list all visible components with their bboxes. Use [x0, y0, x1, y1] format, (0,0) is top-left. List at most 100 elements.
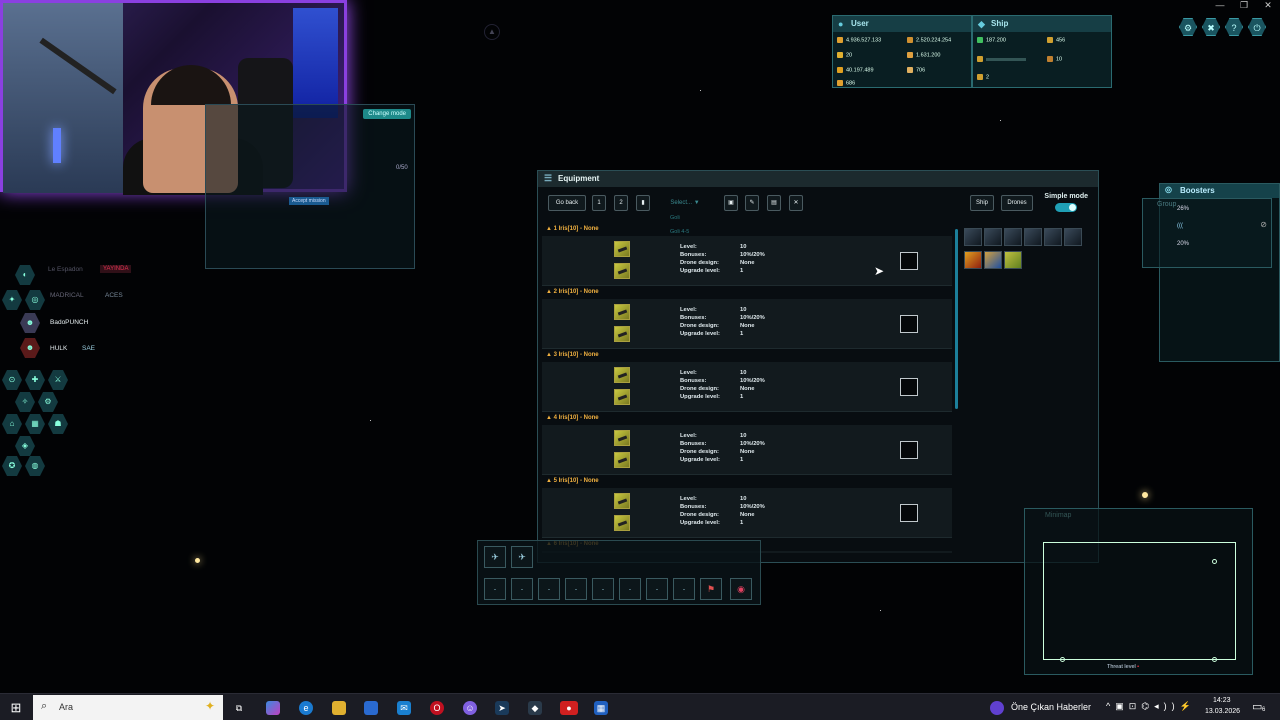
drone-checkbox[interactable]: [900, 504, 918, 522]
notification-icon[interactable]: ▭: [1252, 700, 1262, 713]
minimize-button[interactable]: —: [1208, 0, 1232, 10]
change-mode-button[interactable]: Change mode: [363, 109, 411, 119]
avatar[interactable]: ☻: [20, 313, 40, 333]
settings-icon[interactable]: ⚙: [1179, 18, 1197, 36]
group-hex-icon[interactable]: ✪: [2, 456, 22, 476]
action-slot[interactable]: ·: [484, 578, 506, 600]
group-hex-icon[interactable]: ▦: [25, 414, 45, 434]
drone-checkbox[interactable]: [900, 378, 918, 396]
help-icon[interactable]: ?: [1225, 18, 1243, 36]
group-hex-icon[interactable]: ✚: [25, 370, 45, 390]
item-icon[interactable]: [964, 228, 982, 246]
game-client-icon[interactable]: ◆: [528, 701, 542, 715]
drone-slot-icon[interactable]: [614, 241, 630, 257]
item-icon[interactable]: [984, 251, 1002, 269]
group-hex-icon[interactable]: ◍: [25, 456, 45, 476]
copilot-icon[interactable]: [266, 701, 280, 715]
clock-time[interactable]: 14:23: [1213, 697, 1231, 704]
group-hex-icon[interactable]: ⚙: [38, 392, 58, 412]
drone-slot-icon[interactable]: [614, 389, 630, 405]
news-label[interactable]: Öne Çıkan Haberler: [1011, 702, 1091, 712]
recording-icon[interactable]: ●: [560, 701, 578, 715]
drone-slot-icon[interactable]: [614, 304, 630, 320]
group-hex-icon[interactable]: ◎: [25, 290, 45, 310]
action-slot[interactable]: ·: [619, 578, 641, 600]
group-hex-icon[interactable]: ☗: [48, 414, 68, 434]
drone-list-scrollbar[interactable]: [955, 229, 958, 409]
equipment-title-bar[interactable]: ☰ Equipment: [538, 171, 1098, 187]
preset-select[interactable]: Select... ▼: [658, 195, 712, 211]
item-icon[interactable]: [1004, 251, 1022, 269]
action-slot[interactable]: ·: [538, 578, 560, 600]
taskbar-search[interactable]: ⌕ Ara ✦: [33, 695, 223, 720]
action-slot[interactable]: ⚑: [700, 578, 722, 600]
group-hex-icon[interactable]: ✦: [2, 290, 22, 310]
drone-slot-icon[interactable]: [614, 326, 630, 342]
trash-icon[interactable]: ▮: [636, 195, 650, 211]
drone-slot-icon[interactable]: [614, 263, 630, 279]
action-slot[interactable]: ◉: [730, 578, 752, 600]
drone-header[interactable]: ▲ 2 Iris[10] - None: [546, 289, 599, 295]
file-explorer-icon[interactable]: [332, 701, 346, 715]
simple-mode-toggle[interactable]: [1055, 203, 1078, 212]
minimap-area[interactable]: [1043, 542, 1236, 662]
store-icon[interactable]: [364, 701, 378, 715]
drone-header[interactable]: ▲ 4 Iris[10] - None: [546, 415, 599, 421]
menu-toggle-icon[interactable]: ▲: [484, 24, 500, 40]
group-hex-icon[interactable]: ✧: [15, 392, 35, 412]
item-icon[interactable]: [1064, 228, 1082, 246]
mail-icon[interactable]: ✉: [397, 701, 411, 715]
edge-icon[interactable]: e: [299, 701, 313, 715]
calculator-icon[interactable]: ▦: [594, 701, 608, 715]
ship-tab[interactable]: Ship: [970, 195, 994, 211]
save-icon[interactable]: ▤: [767, 195, 781, 211]
action-slot[interactable]: ✈: [511, 546, 533, 568]
item-icon[interactable]: [1024, 228, 1042, 246]
item-icon[interactable]: [1004, 228, 1022, 246]
action-slot[interactable]: ·: [511, 578, 533, 600]
config-1-button[interactable]: 1: [592, 195, 606, 211]
drone-header[interactable]: ▲ 1 Iris[10] - None: [546, 226, 599, 232]
group-hex-icon[interactable]: ⊙: [2, 370, 22, 390]
close-window-button[interactable]: ✕: [1256, 0, 1280, 11]
action-slot[interactable]: ✈: [484, 546, 506, 568]
close-all-icon[interactable]: ✖: [1202, 18, 1220, 36]
action-slot[interactable]: ·: [565, 578, 587, 600]
drone-checkbox[interactable]: [900, 441, 918, 459]
discord-icon[interactable]: ☺: [463, 701, 477, 715]
steam-icon[interactable]: ➤: [495, 701, 509, 715]
action-slot[interactable]: ·: [646, 578, 668, 600]
drone-slot-icon[interactable]: [614, 367, 630, 383]
boosters-header[interactable]: ◎ Boosters: [1160, 184, 1279, 198]
task-view-icon[interactable]: ⧉: [232, 701, 246, 715]
drone-checkbox[interactable]: [900, 252, 918, 270]
drone-slot-icon[interactable]: [614, 493, 630, 509]
tray-icons[interactable]: ^▣⊡⌬◂))⚡: [1106, 701, 1196, 712]
clear-icon[interactable]: ✕: [789, 195, 803, 211]
logout-icon[interactable]: ⏻: [1248, 18, 1266, 36]
group-hex-icon[interactable]: ⌂: [2, 414, 22, 434]
opera-icon[interactable]: O: [430, 701, 444, 715]
accept-mission-button[interactable]: Accept mission: [289, 197, 329, 205]
drone-checkbox[interactable]: [900, 315, 918, 333]
drone-slot-icon[interactable]: [614, 430, 630, 446]
group-hex-icon[interactable]: ◐: [15, 265, 35, 285]
drone-header[interactable]: ▲ 3 Iris[10] - None: [546, 352, 599, 358]
windows-start-icon[interactable]: ⊞: [9, 701, 23, 715]
drone-slot-icon[interactable]: [614, 515, 630, 531]
drone-header[interactable]: ▲ 5 Iris[10] - None: [546, 478, 599, 484]
clock-date[interactable]: 13.03.2026: [1205, 708, 1240, 715]
item-icon[interactable]: [964, 251, 982, 269]
item-icon[interactable]: [1044, 228, 1062, 246]
drones-tab[interactable]: Drones: [1001, 195, 1033, 211]
group-hex-icon[interactable]: ◈: [15, 436, 35, 456]
config-2-button[interactable]: 2: [614, 195, 628, 211]
group-hex-icon[interactable]: ⚔: [48, 370, 68, 390]
avatar[interactable]: ☻: [20, 338, 40, 358]
edit-icon[interactable]: ✎: [745, 195, 759, 211]
action-slot[interactable]: ·: [592, 578, 614, 600]
go-back-button[interactable]: Go back: [548, 195, 586, 211]
item-icon[interactable]: [984, 228, 1002, 246]
block-icon[interactable]: ⊘: [1260, 220, 1267, 229]
drone-slot-icon[interactable]: [614, 452, 630, 468]
